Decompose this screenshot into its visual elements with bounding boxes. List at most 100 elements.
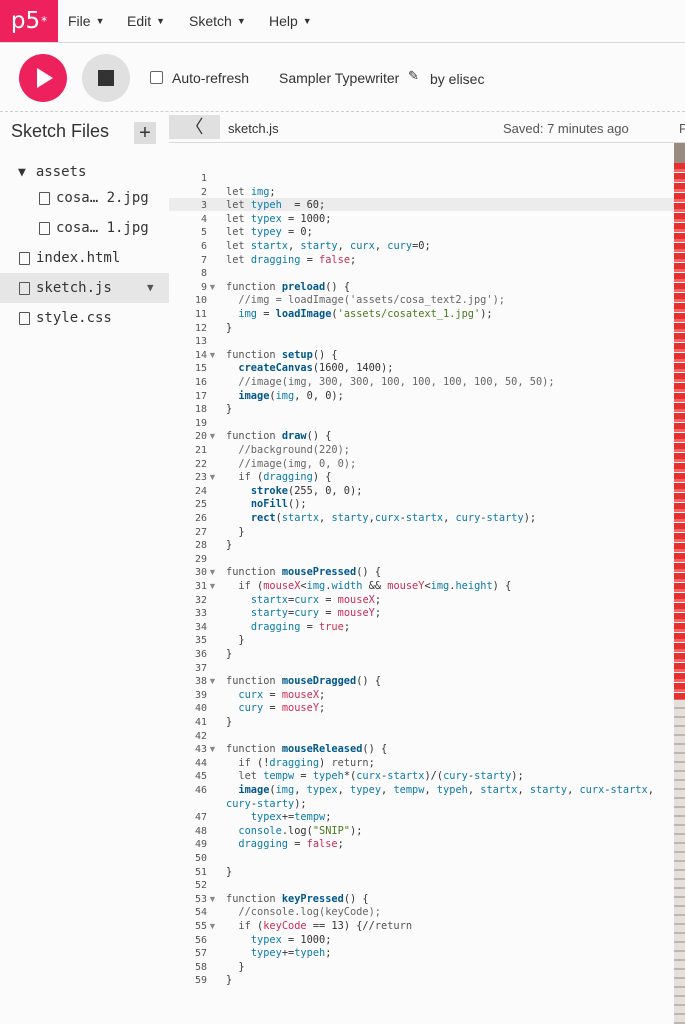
code-line[interactable]: let typey = 0; bbox=[226, 226, 313, 240]
line-number: 42 bbox=[194, 730, 207, 742]
code-line[interactable]: let typex = 1000; bbox=[226, 213, 331, 227]
pencil-icon[interactable]: ✎ bbox=[408, 68, 419, 84]
code-line[interactable]: } bbox=[226, 961, 244, 975]
code-line[interactable]: //background(220); bbox=[226, 444, 350, 458]
file-style-css[interactable]: style.css bbox=[19, 310, 112, 326]
line-number: 36 bbox=[194, 649, 207, 660]
code-line[interactable]: dragging = true; bbox=[226, 621, 350, 635]
code-line[interactable]: } bbox=[226, 648, 232, 662]
triangle-down-icon: ▼ bbox=[18, 164, 26, 180]
code-line[interactable]: function mouseReleased() { bbox=[226, 743, 387, 757]
code-line[interactable]: stroke(255, 0, 0); bbox=[226, 485, 363, 499]
fold-toggle-icon[interactable]: ▼ bbox=[208, 893, 218, 907]
line-number: 57 bbox=[194, 948, 207, 960]
code-line[interactable]: if (dragging) { bbox=[226, 471, 331, 485]
auto-refresh-label: Auto-refresh bbox=[172, 70, 250, 86]
menu-edit[interactable]: Edit ▼ bbox=[127, 0, 165, 42]
code-line[interactable]: noFill(); bbox=[226, 498, 307, 512]
code-line[interactable]: function mouseDragged() { bbox=[226, 675, 381, 689]
code-line[interactable]: function keyPressed() { bbox=[226, 893, 369, 907]
file-icon bbox=[19, 281, 30, 295]
line-number: 54 bbox=[194, 907, 207, 919]
code-line[interactable]: function draw() { bbox=[226, 430, 331, 444]
code-line[interactable]: function setup() { bbox=[226, 349, 338, 363]
line-number: 56 bbox=[194, 934, 207, 946]
fold-toggle-icon[interactable]: ▼ bbox=[208, 743, 218, 757]
file-options-icon[interactable]: ▼ bbox=[147, 281, 154, 294]
code-line[interactable]: //image(img, 0, 0); bbox=[226, 458, 356, 472]
code-line[interactable]: } bbox=[226, 322, 232, 336]
code-line[interactable]: typex+=tempw; bbox=[226, 811, 332, 825]
code-line[interactable]: console.log("SNIP"); bbox=[226, 825, 362, 839]
chevron-down-icon: ▼ bbox=[302, 16, 312, 26]
fold-toggle-icon[interactable]: ▼ bbox=[208, 349, 218, 363]
menu-sketch[interactable]: Sketch ▼ bbox=[189, 0, 246, 42]
sidebar-title: Sketch Files bbox=[11, 121, 110, 141]
code-line[interactable]: typex = 1000; bbox=[226, 934, 332, 948]
code-line[interactable]: let typeh = 60; bbox=[226, 199, 325, 213]
collapse-sidebar-button[interactable]: 〈 bbox=[169, 115, 220, 139]
code-line[interactable]: startx=curx = mouseX; bbox=[226, 594, 381, 608]
fold-toggle-icon[interactable]: ▼ bbox=[208, 471, 218, 485]
sketch-name[interactable]: Sampler Typewriter bbox=[279, 70, 399, 86]
code-line[interactable]: if (!dragging) return; bbox=[226, 757, 374, 771]
file-cosa-2[interactable]: cosa… 2.jpg bbox=[39, 190, 149, 206]
code-line[interactable]: } bbox=[226, 526, 244, 540]
menu-help[interactable]: Help ▼ bbox=[269, 0, 312, 42]
add-file-button[interactable]: + bbox=[134, 122, 156, 144]
stop-button[interactable] bbox=[82, 54, 130, 102]
line-number: 32 bbox=[194, 594, 207, 606]
fold-toggle-icon[interactable]: ▼ bbox=[208, 920, 218, 934]
code-line[interactable]: dragging = false; bbox=[226, 838, 343, 852]
code-line[interactable]: let startx, starty, curx, cury=0; bbox=[226, 240, 431, 254]
code-line[interactable]: } bbox=[226, 974, 232, 988]
file-cosa-1[interactable]: cosa… 1.jpg bbox=[39, 220, 149, 236]
code-line[interactable]: img = loadImage('assets/cosatext_1.jpg')… bbox=[226, 308, 492, 322]
code-line[interactable]: createCanvas(1600, 1400); bbox=[226, 362, 393, 376]
code-line[interactable]: image(img, 0, 0); bbox=[226, 390, 343, 404]
code-line[interactable]: let dragging = false; bbox=[226, 254, 356, 268]
code-line[interactable]: function mousePressed() { bbox=[226, 566, 381, 580]
code-line[interactable]: image(img, typex, typey, tempw, typeh, s… bbox=[226, 784, 653, 798]
fold-toggle-icon[interactable]: ▼ bbox=[208, 566, 218, 580]
auto-refresh-checkbox[interactable] bbox=[150, 71, 163, 84]
code-line[interactable]: } bbox=[226, 634, 244, 648]
code-line[interactable]: //console.log(keyCode); bbox=[226, 906, 381, 920]
code-line[interactable]: function preload() { bbox=[226, 281, 350, 295]
fold-toggle-icon[interactable]: ▼ bbox=[208, 675, 218, 689]
code-line[interactable]: //image(img, 300, 300, 100, 100, 100, 10… bbox=[226, 376, 554, 390]
code-line[interactable]: //img = loadImage('assets/cosa_text2.jpg… bbox=[226, 294, 505, 308]
code-line[interactable]: starty=cury = mouseY; bbox=[226, 607, 381, 621]
play-button[interactable] bbox=[19, 54, 67, 102]
line-number: 33 bbox=[194, 608, 207, 620]
menu-file[interactable]: File ▼ bbox=[68, 0, 104, 42]
line-number: 30 bbox=[194, 567, 207, 579]
code-line[interactable]: } bbox=[226, 866, 232, 880]
author-name[interactable]: by elisec bbox=[430, 71, 484, 87]
code-line[interactable]: let img; bbox=[226, 186, 276, 200]
fold-toggle-icon[interactable]: ▼ bbox=[208, 580, 218, 594]
code-line[interactable]: cury = mouseY; bbox=[226, 702, 325, 716]
code-line[interactable]: } bbox=[226, 539, 232, 553]
line-number: 3 bbox=[200, 200, 207, 212]
code-line[interactable]: } bbox=[226, 403, 232, 417]
fold-toggle-icon[interactable]: ▼ bbox=[208, 430, 218, 444]
code-line[interactable]: } bbox=[226, 716, 232, 730]
folder-assets[interactable]: ▼ assets bbox=[18, 164, 86, 180]
file-index-html[interactable]: index.html bbox=[19, 250, 120, 266]
code-line[interactable]: rect(startx, starty,curx-startx, cury-st… bbox=[226, 512, 536, 526]
code-line[interactable]: curx = mouseX; bbox=[226, 689, 325, 703]
code-line[interactable]: typey+=typeh; bbox=[226, 947, 332, 961]
file-icon bbox=[19, 251, 30, 265]
code-line[interactable]: if (keyCode == 13) {//return bbox=[226, 920, 412, 934]
code-line[interactable]: if (mouseX<img.width && mouseY<img.heigh… bbox=[226, 580, 511, 594]
p5-logo[interactable]: p5 * bbox=[0, 0, 58, 42]
line-number: 39 bbox=[194, 689, 207, 701]
code-line-wrap[interactable]: cury-starty); bbox=[226, 798, 307, 812]
line-number: 6 bbox=[200, 241, 207, 252]
fold-toggle-icon[interactable]: ▼ bbox=[208, 281, 218, 295]
line-number: 28 bbox=[194, 540, 207, 552]
code-line[interactable]: let tempw = typeh*(curx-startx)/(cury-st… bbox=[226, 770, 523, 784]
line-number: 37 bbox=[194, 662, 207, 674]
file-sketch-js[interactable]: sketch.js bbox=[19, 280, 112, 296]
